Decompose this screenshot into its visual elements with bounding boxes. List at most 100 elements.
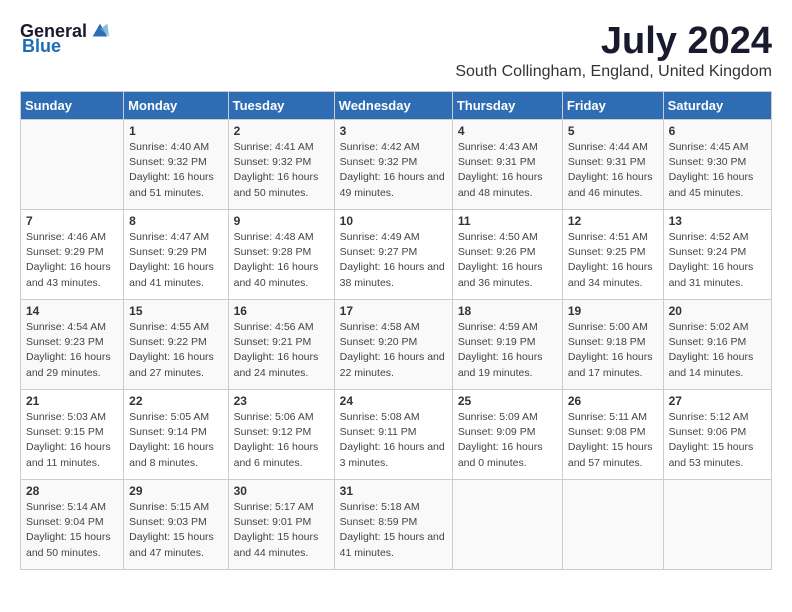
day-info: Sunrise: 4:52 AMSunset: 9:24 PMDaylight:… [669,230,766,291]
col-header-wednesday: Wednesday [334,92,452,120]
day-number: 6 [669,124,766,138]
day-number: 10 [340,214,447,228]
day-number: 22 [129,394,222,408]
day-number: 27 [669,394,766,408]
day-info: Sunrise: 4:42 AMSunset: 9:32 PMDaylight:… [340,140,447,201]
col-header-thursday: Thursday [452,92,562,120]
day-info: Sunrise: 5:18 AMSunset: 8:59 PMDaylight:… [340,500,447,561]
calendar-cell: 28 Sunrise: 5:14 AMSunset: 9:04 PMDayligh… [21,480,124,570]
day-number: 9 [234,214,329,228]
calendar-cell: 1 Sunrise: 4:40 AMSunset: 9:32 PMDaylight… [124,120,228,210]
calendar-cell: 29 Sunrise: 5:15 AMSunset: 9:03 PMDayligh… [124,480,228,570]
calendar-cell: 25 Sunrise: 5:09 AMSunset: 9:09 PMDayligh… [452,390,562,480]
day-info: Sunrise: 4:46 AMSunset: 9:29 PMDaylight:… [26,230,118,291]
calendar-cell: 27Sunrise: 5:12 AMSunset: 9:06 PMDayligh… [663,390,771,480]
day-number: 3 [340,124,447,138]
calendar-cell: 3 Sunrise: 4:42 AMSunset: 9:32 PMDaylight… [334,120,452,210]
calendar-week-row: 1 Sunrise: 4:40 AMSunset: 9:32 PMDaylight… [21,120,772,210]
calendar-cell: 12Sunrise: 4:51 AMSunset: 9:25 PMDayligh… [562,210,663,300]
calendar-cell: 18 Sunrise: 4:59 AMSunset: 9:19 PMDayligh… [452,300,562,390]
day-number: 4 [458,124,557,138]
day-number: 12 [568,214,658,228]
col-header-sunday: Sunday [21,92,124,120]
calendar-cell: 6Sunrise: 4:45 AMSunset: 9:30 PMDaylight… [663,120,771,210]
day-info: Sunrise: 5:14 AMSunset: 9:04 PMDaylight:… [26,500,118,561]
day-number: 20 [669,304,766,318]
day-number: 18 [458,304,557,318]
title-block: July 2024 South Collingham, England, Uni… [455,20,772,81]
calendar-cell: 10 Sunrise: 4:49 AMSunset: 9:27 PMDayligh… [334,210,452,300]
day-number: 11 [458,214,557,228]
calendar-cell: 17 Sunrise: 4:58 AMSunset: 9:20 PMDayligh… [334,300,452,390]
calendar-cell: 2 Sunrise: 4:41 AMSunset: 9:32 PMDaylight… [228,120,334,210]
logo: General Blue [20,20,111,57]
day-number: 2 [234,124,329,138]
day-info: Sunrise: 5:05 AMSunset: 9:14 PMDaylight:… [129,410,222,471]
day-number: 26 [568,394,658,408]
day-info: Sunrise: 4:58 AMSunset: 9:20 PMDaylight:… [340,320,447,381]
day-number: 17 [340,304,447,318]
header: General Blue July 2024 South Collingham,… [20,20,772,81]
main-title: July 2024 [455,20,772,63]
calendar-table: SundayMondayTuesdayWednesdayThursdayFrid… [20,91,772,570]
col-header-tuesday: Tuesday [228,92,334,120]
calendar-cell: 7 Sunrise: 4:46 AMSunset: 9:29 PMDaylight… [21,210,124,300]
calendar-cell: 31Sunrise: 5:18 AMSunset: 8:59 PMDayligh… [334,480,452,570]
day-number: 1 [129,124,222,138]
day-info: Sunrise: 5:08 AMSunset: 9:11 PMDaylight:… [340,410,447,471]
calendar-cell: 5Sunrise: 4:44 AMSunset: 9:31 PMDaylight… [562,120,663,210]
calendar-week-row: 28 Sunrise: 5:14 AMSunset: 9:04 PMDayligh… [21,480,772,570]
day-info: Sunrise: 4:50 AMSunset: 9:26 PMDaylight:… [458,230,557,291]
day-info: Sunrise: 5:11 AMSunset: 9:08 PMDaylight:… [568,410,658,471]
day-info: Sunrise: 4:43 AMSunset: 9:31 PMDaylight:… [458,140,557,201]
calendar-cell: 24 Sunrise: 5:08 AMSunset: 9:11 PMDayligh… [334,390,452,480]
calendar-cell [21,120,124,210]
day-number: 30 [234,484,329,498]
calendar-week-row: 7 Sunrise: 4:46 AMSunset: 9:29 PMDaylight… [21,210,772,300]
calendar-cell: 9Sunrise: 4:48 AMSunset: 9:28 PMDaylight… [228,210,334,300]
calendar-cell [663,480,771,570]
calendar-cell: 16Sunrise: 4:56 AMSunset: 9:21 PMDayligh… [228,300,334,390]
day-number: 14 [26,304,118,318]
day-info: Sunrise: 4:56 AMSunset: 9:21 PMDaylight:… [234,320,329,381]
calendar-week-row: 14 Sunrise: 4:54 AMSunset: 9:23 PMDayligh… [21,300,772,390]
logo-blue-text: Blue [22,36,61,57]
day-info: Sunrise: 5:00 AMSunset: 9:18 PMDaylight:… [568,320,658,381]
day-info: Sunrise: 5:17 AMSunset: 9:01 PMDaylight:… [234,500,329,561]
day-number: 19 [568,304,658,318]
calendar-cell: 22 Sunrise: 5:05 AMSunset: 9:14 PMDayligh… [124,390,228,480]
day-number: 28 [26,484,118,498]
day-number: 21 [26,394,118,408]
subtitle: South Collingham, England, United Kingdo… [455,63,772,81]
calendar-cell: 30 Sunrise: 5:17 AMSunset: 9:01 PMDayligh… [228,480,334,570]
calendar-cell: 8Sunrise: 4:47 AMSunset: 9:29 PMDaylight… [124,210,228,300]
day-info: Sunrise: 4:59 AMSunset: 9:19 PMDaylight:… [458,320,557,381]
calendar-cell: 15 Sunrise: 4:55 AMSunset: 9:22 PMDayligh… [124,300,228,390]
col-header-monday: Monday [124,92,228,120]
day-info: Sunrise: 4:40 AMSunset: 9:32 PMDaylight:… [129,140,222,201]
logo-icon [89,20,111,42]
calendar-cell [562,480,663,570]
day-info: Sunrise: 4:55 AMSunset: 9:22 PMDaylight:… [129,320,222,381]
day-number: 25 [458,394,557,408]
calendar-cell: 13 Sunrise: 4:52 AMSunset: 9:24 PMDayligh… [663,210,771,300]
day-info: Sunrise: 5:09 AMSunset: 9:09 PMDaylight:… [458,410,557,471]
col-header-friday: Friday [562,92,663,120]
day-number: 13 [669,214,766,228]
day-number: 29 [129,484,222,498]
calendar-cell: 20Sunrise: 5:02 AMSunset: 9:16 PMDayligh… [663,300,771,390]
calendar-header-row: SundayMondayTuesdayWednesdayThursdayFrid… [21,92,772,120]
day-info: Sunrise: 4:49 AMSunset: 9:27 PMDaylight:… [340,230,447,291]
calendar-cell: 14 Sunrise: 4:54 AMSunset: 9:23 PMDayligh… [21,300,124,390]
day-info: Sunrise: 4:44 AMSunset: 9:31 PMDaylight:… [568,140,658,201]
calendar-cell [452,480,562,570]
day-info: Sunrise: 4:54 AMSunset: 9:23 PMDaylight:… [26,320,118,381]
day-number: 8 [129,214,222,228]
day-info: Sunrise: 4:41 AMSunset: 9:32 PMDaylight:… [234,140,329,201]
calendar-cell: 21Sunrise: 5:03 AMSunset: 9:15 PMDayligh… [21,390,124,480]
day-info: Sunrise: 5:15 AMSunset: 9:03 PMDaylight:… [129,500,222,561]
day-number: 24 [340,394,447,408]
col-header-saturday: Saturday [663,92,771,120]
day-number: 7 [26,214,118,228]
day-number: 15 [129,304,222,318]
